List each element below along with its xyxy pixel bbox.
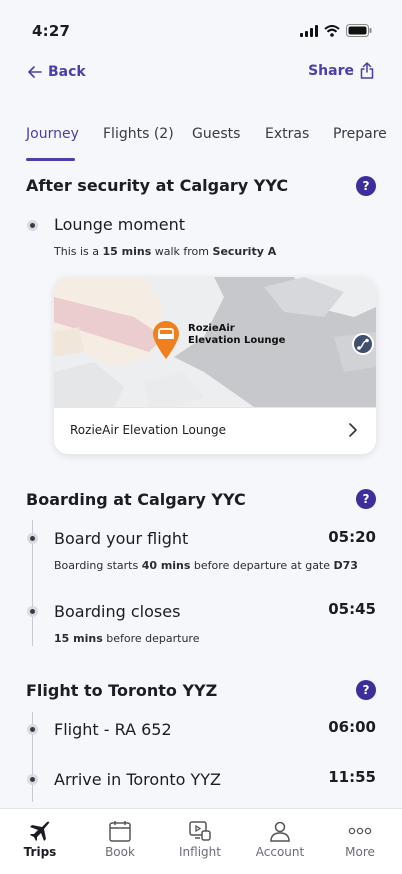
tab-extras[interactable]: Extras [265, 126, 309, 142]
help-button-security[interactable]: ? [356, 176, 376, 196]
status-time: 4:27 [32, 22, 71, 40]
status-bar: 4:27 [0, 0, 402, 58]
map-pin-icon [153, 321, 179, 359]
top-nav: Back Share [0, 58, 402, 92]
tab-bar: Journey Flights (2) Guests Extras Prepar… [0, 118, 402, 162]
share-button[interactable]: Share [308, 62, 374, 79]
timeline-dot [27, 774, 38, 785]
timeline-dot [27, 533, 38, 544]
more-icon [348, 827, 372, 835]
section-title-flight: Flight to Toronto YYZ [26, 681, 218, 700]
section-title-security: After security at Calgary YYC [26, 176, 289, 195]
arrive-title: Arrive in Toronto YYZ [54, 770, 221, 789]
status-icons [300, 24, 372, 37]
timeline-dot [27, 220, 38, 231]
lounge-title: Lounge moment [54, 215, 186, 234]
nav-inflight[interactable]: Inflight [160, 809, 240, 874]
board-flight-time: 05:20 [328, 528, 376, 546]
calendar-icon [109, 821, 131, 842]
tab-journey[interactable]: Journey [26, 126, 79, 142]
boarding-closes-subtitle: 15 mins before departure [54, 632, 200, 645]
tab-flights[interactable]: Flights (2) [103, 126, 174, 142]
nav-trips[interactable]: Trips [0, 809, 80, 874]
timeline-dot [27, 606, 38, 617]
board-flight-title: Board your flight [54, 529, 189, 548]
directions-button[interactable] [352, 333, 374, 355]
arrive-time: 11:55 [328, 768, 376, 786]
nav-more[interactable]: More [320, 809, 400, 874]
nav-book[interactable]: Book [80, 809, 160, 874]
lounge-map-card[interactable]: RozieAir Elevation Lounge RozieAir Eleva… [54, 277, 376, 454]
lounge-card-footer[interactable]: RozieAir Elevation Lounge [54, 407, 376, 454]
share-icon [360, 62, 374, 79]
chevron-right-icon [349, 423, 357, 437]
tab-prepare[interactable]: Prepare [333, 126, 387, 142]
back-label: Back [48, 64, 86, 80]
wifi-icon [324, 24, 340, 37]
lounge-map[interactable]: RozieAir Elevation Lounge [54, 277, 376, 407]
inflight-icon [189, 821, 211, 841]
back-button[interactable]: Back [28, 64, 86, 80]
boarding-closes-time: 05:45 [328, 600, 376, 618]
boarding-closes-title: Boarding closes [54, 602, 181, 621]
active-tab-indicator [26, 158, 75, 161]
board-flight-subtitle: Boarding starts 40 mins before departure… [54, 559, 358, 572]
help-button-boarding[interactable]: ? [356, 489, 376, 509]
person-icon [270, 821, 290, 842]
map-pin-label: RozieAir Elevation Lounge [188, 323, 286, 346]
lounge-card-label: RozieAir Elevation Lounge [70, 423, 227, 437]
signal-icon [300, 24, 318, 37]
section-title-boarding: Boarding at Calgary YYC [26, 490, 246, 509]
flight-title: Flight - RA 652 [54, 720, 172, 739]
battery-icon [346, 24, 372, 37]
timeline-dot [27, 724, 38, 735]
plane-icon [30, 821, 50, 841]
route-icon [357, 338, 369, 350]
bottom-nav: Trips Book Inflight Account More [0, 808, 402, 874]
tab-guests[interactable]: Guests [192, 126, 240, 142]
arrow-left-icon [28, 66, 42, 78]
share-label: Share [308, 62, 354, 79]
flight-time: 06:00 [328, 718, 376, 736]
lounge-subtitle: This is a 15 mins walk from Security A [54, 245, 277, 258]
help-button-flight[interactable]: ? [356, 680, 376, 700]
nav-account[interactable]: Account [240, 809, 320, 874]
